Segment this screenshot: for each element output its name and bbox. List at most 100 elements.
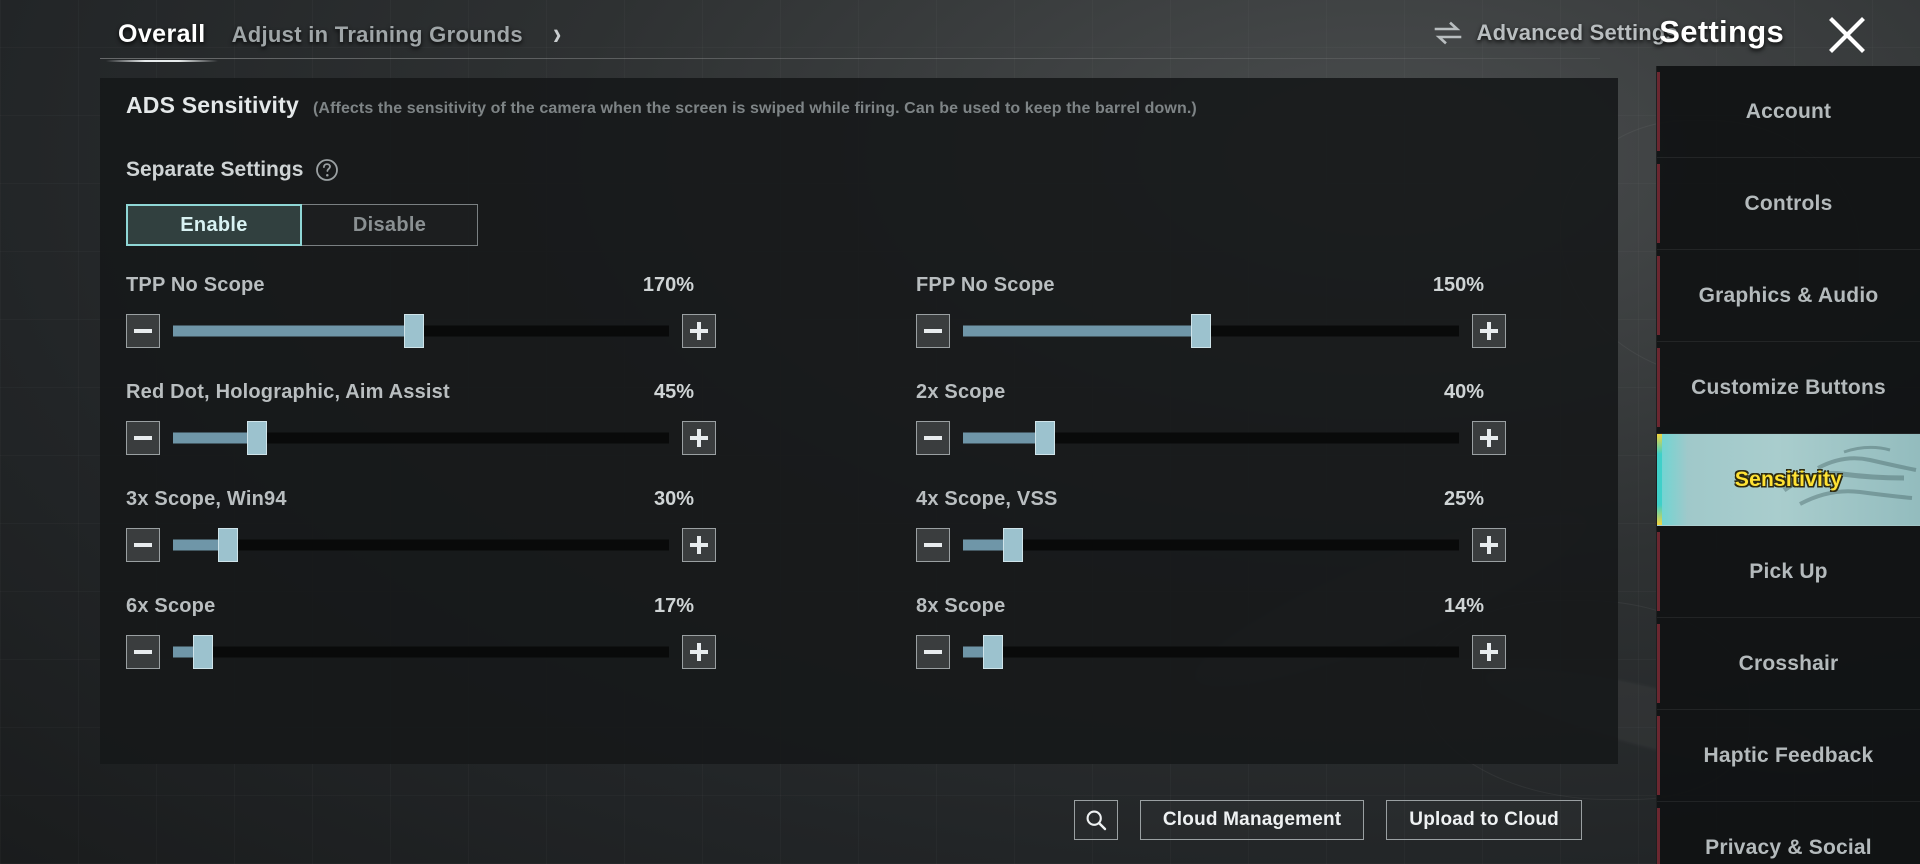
increase-button[interactable] — [682, 314, 716, 348]
sidebar-item-label: Account — [1745, 99, 1832, 123]
toggle-disable[interactable]: Disable — [302, 204, 478, 246]
slider-thumb[interactable] — [217, 528, 238, 562]
increase-button[interactable] — [1472, 635, 1506, 669]
sidebar-item-label: Privacy & Social — [1705, 835, 1872, 859]
slider-track[interactable] — [963, 635, 1459, 669]
slider-label: 6x Scope — [126, 595, 216, 617]
slider-thumb[interactable] — [403, 314, 424, 348]
section-header: ADS Sensitivity (Affects the sensitivity… — [126, 92, 1197, 119]
slider-track[interactable] — [173, 421, 669, 455]
active-sheen — [1662, 434, 1688, 525]
decrease-button[interactable] — [916, 314, 950, 348]
decrease-button[interactable] — [126, 421, 160, 455]
sensitivity-slider-row: 4x Scope, VSS 25% — [916, 488, 1506, 595]
slider-value: 17% — [653, 595, 694, 617]
section-description: (Affects the sensitivity of the camera w… — [313, 100, 1197, 117]
sensitivity-slider-row: 2x Scope 40% — [916, 381, 1506, 488]
slider-thumb[interactable] — [1002, 528, 1023, 562]
decrease-button[interactable] — [916, 635, 950, 669]
increase-button[interactable] — [682, 635, 716, 669]
slider-track-fill — [963, 432, 1045, 444]
cloud-management-button[interactable]: Cloud Management — [1139, 800, 1365, 840]
slider-label: Red Dot, Holographic, Aim Assist — [126, 381, 450, 403]
sensitivity-slider-grid: TPP No Scope 170% FPP No Scope 150% Red Dot,… — [126, 274, 1586, 702]
increase-button[interactable] — [682, 528, 716, 562]
slider-label: FPP No Scope — [916, 274, 1055, 296]
sidebar-item-sensitivity[interactable]: Sensitivity — [1657, 434, 1920, 526]
slider-value: 25% — [1443, 488, 1484, 510]
decrease-button[interactable] — [916, 528, 950, 562]
sidebar-item-label: Crosshair — [1738, 651, 1839, 675]
slider-label: 3x Scope, Win94 — [126, 488, 287, 510]
slider-label: 4x Scope, VSS — [916, 488, 1058, 510]
sidebar-item-crosshair[interactable]: Crosshair — [1657, 618, 1920, 710]
slider-thumb[interactable] — [192, 635, 213, 669]
separate-settings-label: Separate Settings — [126, 158, 304, 181]
sidebar-item-privacy-social[interactable]: Privacy & Social — [1657, 802, 1920, 864]
slider-track[interactable] — [963, 528, 1459, 562]
sidebar-item-label: Haptic Feedback — [1703, 743, 1874, 767]
decrease-button[interactable] — [126, 528, 160, 562]
settings-sidebar[interactable]: Account Controls Graphics & Audio Customize… — [1656, 66, 1920, 864]
sidebar-item-controls[interactable]: Controls — [1657, 158, 1920, 250]
slider-label: TPP No Scope — [126, 274, 265, 296]
sensitivity-slider-row: FPP No Scope 150% — [916, 274, 1506, 381]
slider-track-background — [173, 646, 669, 658]
toggle-enable[interactable]: Enable — [126, 204, 302, 246]
page-title: Settings — [1659, 14, 1784, 49]
page-tabs: Overall Adjust in Training Grounds › — [106, 18, 561, 62]
sidebar-item-haptic-feedback[interactable]: Haptic Feedback — [1657, 710, 1920, 802]
slider-track[interactable] — [173, 528, 669, 562]
slider-thumb[interactable] — [1191, 314, 1212, 348]
sidebar-item-graphics-audio[interactable]: Graphics & Audio — [1657, 250, 1920, 342]
slider-track[interactable] — [173, 635, 669, 669]
decrease-button[interactable] — [126, 314, 160, 348]
separate-settings-row: Separate Settings — [126, 158, 339, 182]
settings-screen: Overall Adjust in Training Grounds › Adv… — [0, 0, 1920, 864]
sidebar-item-label: Controls — [1744, 191, 1833, 215]
slider-track-background — [173, 539, 669, 551]
close-icon[interactable] — [1826, 14, 1868, 56]
increase-button[interactable] — [1472, 314, 1506, 348]
sensitivity-slider-row: 6x Scope 17% — [126, 595, 716, 702]
sensitivity-slider-row: 3x Scope, Win94 30% — [126, 488, 716, 595]
slider-track-fill — [173, 432, 258, 444]
slider-track[interactable] — [963, 314, 1459, 348]
slider-thumb[interactable] — [247, 421, 268, 455]
slider-track-background — [963, 646, 1459, 658]
sidebar-item-pick-up[interactable]: Pick Up — [1657, 526, 1920, 618]
slider-thumb[interactable] — [1034, 421, 1055, 455]
slider-value: 40% — [1443, 381, 1484, 403]
sidebar-item-customize-buttons[interactable]: Customize Buttons — [1657, 342, 1920, 434]
tab-adjust-in-training-grounds[interactable]: Adjust in Training Grounds — [232, 22, 523, 48]
chevron-right-icon[interactable]: › — [553, 18, 561, 50]
slider-value: 45% — [653, 381, 694, 403]
help-circle-icon[interactable] — [315, 158, 339, 182]
action-buttons: Cloud Management Upload to Cloud — [1073, 800, 1582, 840]
decrease-button[interactable] — [916, 421, 950, 455]
slider-value: 30% — [653, 488, 694, 510]
increase-button[interactable] — [682, 421, 716, 455]
sensitivity-slider-row: TPP No Scope 170% — [126, 274, 716, 381]
slider-label: 2x Scope — [916, 381, 1006, 403]
increase-button[interactable] — [1472, 421, 1506, 455]
increase-button[interactable] — [1472, 528, 1506, 562]
sidebar-item-account[interactable]: Account — [1657, 66, 1920, 158]
swap-arrows-icon — [1434, 21, 1461, 45]
section-title: ADS Sensitivity — [126, 92, 299, 118]
sidebar-item-label: Pick Up — [1749, 559, 1828, 583]
sidebar-item-label: Graphics & Audio — [1698, 283, 1879, 307]
upload-to-cloud-button[interactable]: Upload to Cloud — [1386, 800, 1582, 840]
advanced-settings-button[interactable]: Advanced Settings — [1433, 20, 1678, 46]
slider-track[interactable] — [963, 421, 1459, 455]
sidebar-item-label: Customize Buttons — [1691, 375, 1886, 399]
search-button[interactable] — [1073, 800, 1118, 840]
slider-label: 8x Scope — [916, 595, 1006, 617]
slider-value: 170% — [642, 274, 694, 296]
advanced-settings-label: Advanced Settings — [1476, 20, 1678, 45]
slider-thumb[interactable] — [982, 635, 1003, 669]
header-divider — [100, 58, 1600, 59]
tab-overall[interactable]: Overall — [106, 20, 218, 62]
decrease-button[interactable] — [126, 635, 160, 669]
slider-track[interactable] — [173, 314, 669, 348]
